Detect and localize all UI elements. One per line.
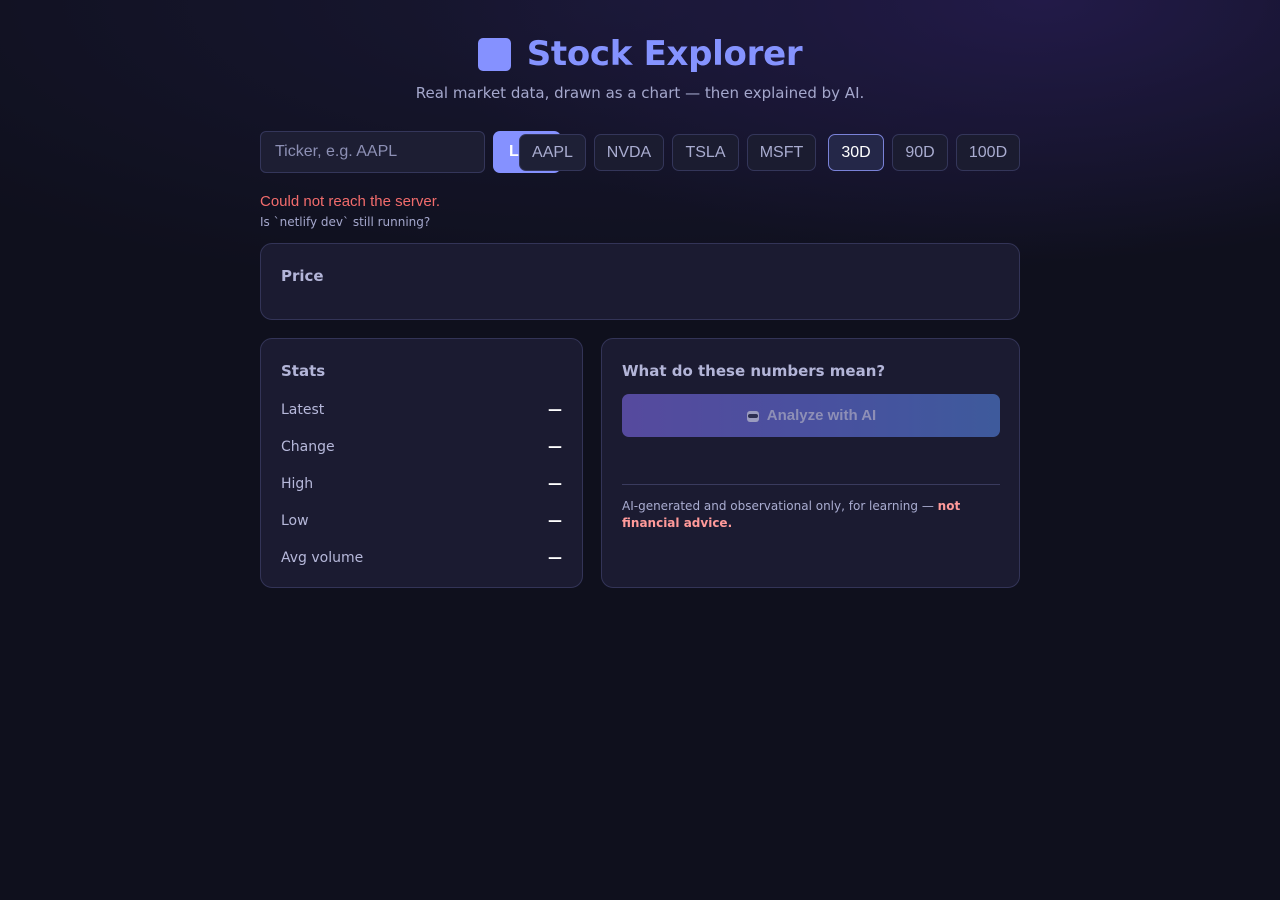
divider (622, 484, 1000, 485)
price-card: Price (260, 243, 1020, 320)
ticker-chip-tsla[interactable]: TSLA (672, 134, 739, 171)
range-chip-100d[interactable]: 100D (956, 134, 1020, 171)
stat-label: High (281, 476, 314, 492)
stat-row-avg-volume: Avg volume — (281, 548, 562, 568)
ai-card-title: What do these numbers mean? (622, 362, 886, 380)
price-card-title: Price (281, 267, 324, 285)
ai-disclaimer: AI-generated and observational only, for… (622, 498, 1002, 532)
stat-row-change: Change — (281, 437, 562, 457)
stats-card: Stats Latest — Change — High — Low — Avg… (260, 338, 583, 588)
error-hint: Is `netlify dev` still running? (260, 215, 431, 229)
ticker-chip-nvda[interactable]: NVDA (594, 134, 664, 171)
stat-label: Latest (281, 402, 325, 418)
analyze-button-label: Analyze with AI (766, 407, 877, 424)
logo-square-icon (477, 37, 511, 71)
ticker-chip-msft[interactable]: MSFT (747, 134, 816, 171)
stats-card-title: Stats (281, 362, 326, 380)
disclaimer-text: AI-generated and observational only, for… (622, 499, 938, 513)
stat-value: — (548, 550, 562, 566)
ai-analysis-card: What do these numbers mean? Analyze with… (601, 338, 1020, 588)
page-title: Stock Explorer (526, 34, 803, 74)
stat-value: — (548, 402, 562, 418)
header-title-row: Stock Explorer (0, 34, 1280, 74)
analyze-with-ai-button[interactable]: Analyze with AI (622, 394, 1000, 437)
stat-row-high: High — (281, 474, 562, 494)
stat-row-latest: Latest — (281, 400, 562, 420)
stat-row-low: Low — (281, 511, 562, 531)
ticker-input[interactable] (260, 131, 485, 173)
range-chip-30d[interactable]: 30D (828, 134, 884, 171)
stat-value: — (548, 439, 562, 455)
stat-label: Avg volume (281, 550, 364, 566)
error-message: Could not reach the server. (260, 193, 441, 210)
stat-value: — (548, 513, 562, 529)
robot-icon (746, 409, 760, 423)
range-chip-90d[interactable]: 90D (892, 134, 948, 171)
stat-label: Change (281, 439, 335, 455)
stat-value: — (548, 476, 562, 492)
stat-label: Low (281, 513, 309, 529)
page-subtitle: Real market data, drawn as a chart — the… (415, 84, 865, 102)
ticker-chip-aapl[interactable]: AAPL (519, 134, 586, 171)
